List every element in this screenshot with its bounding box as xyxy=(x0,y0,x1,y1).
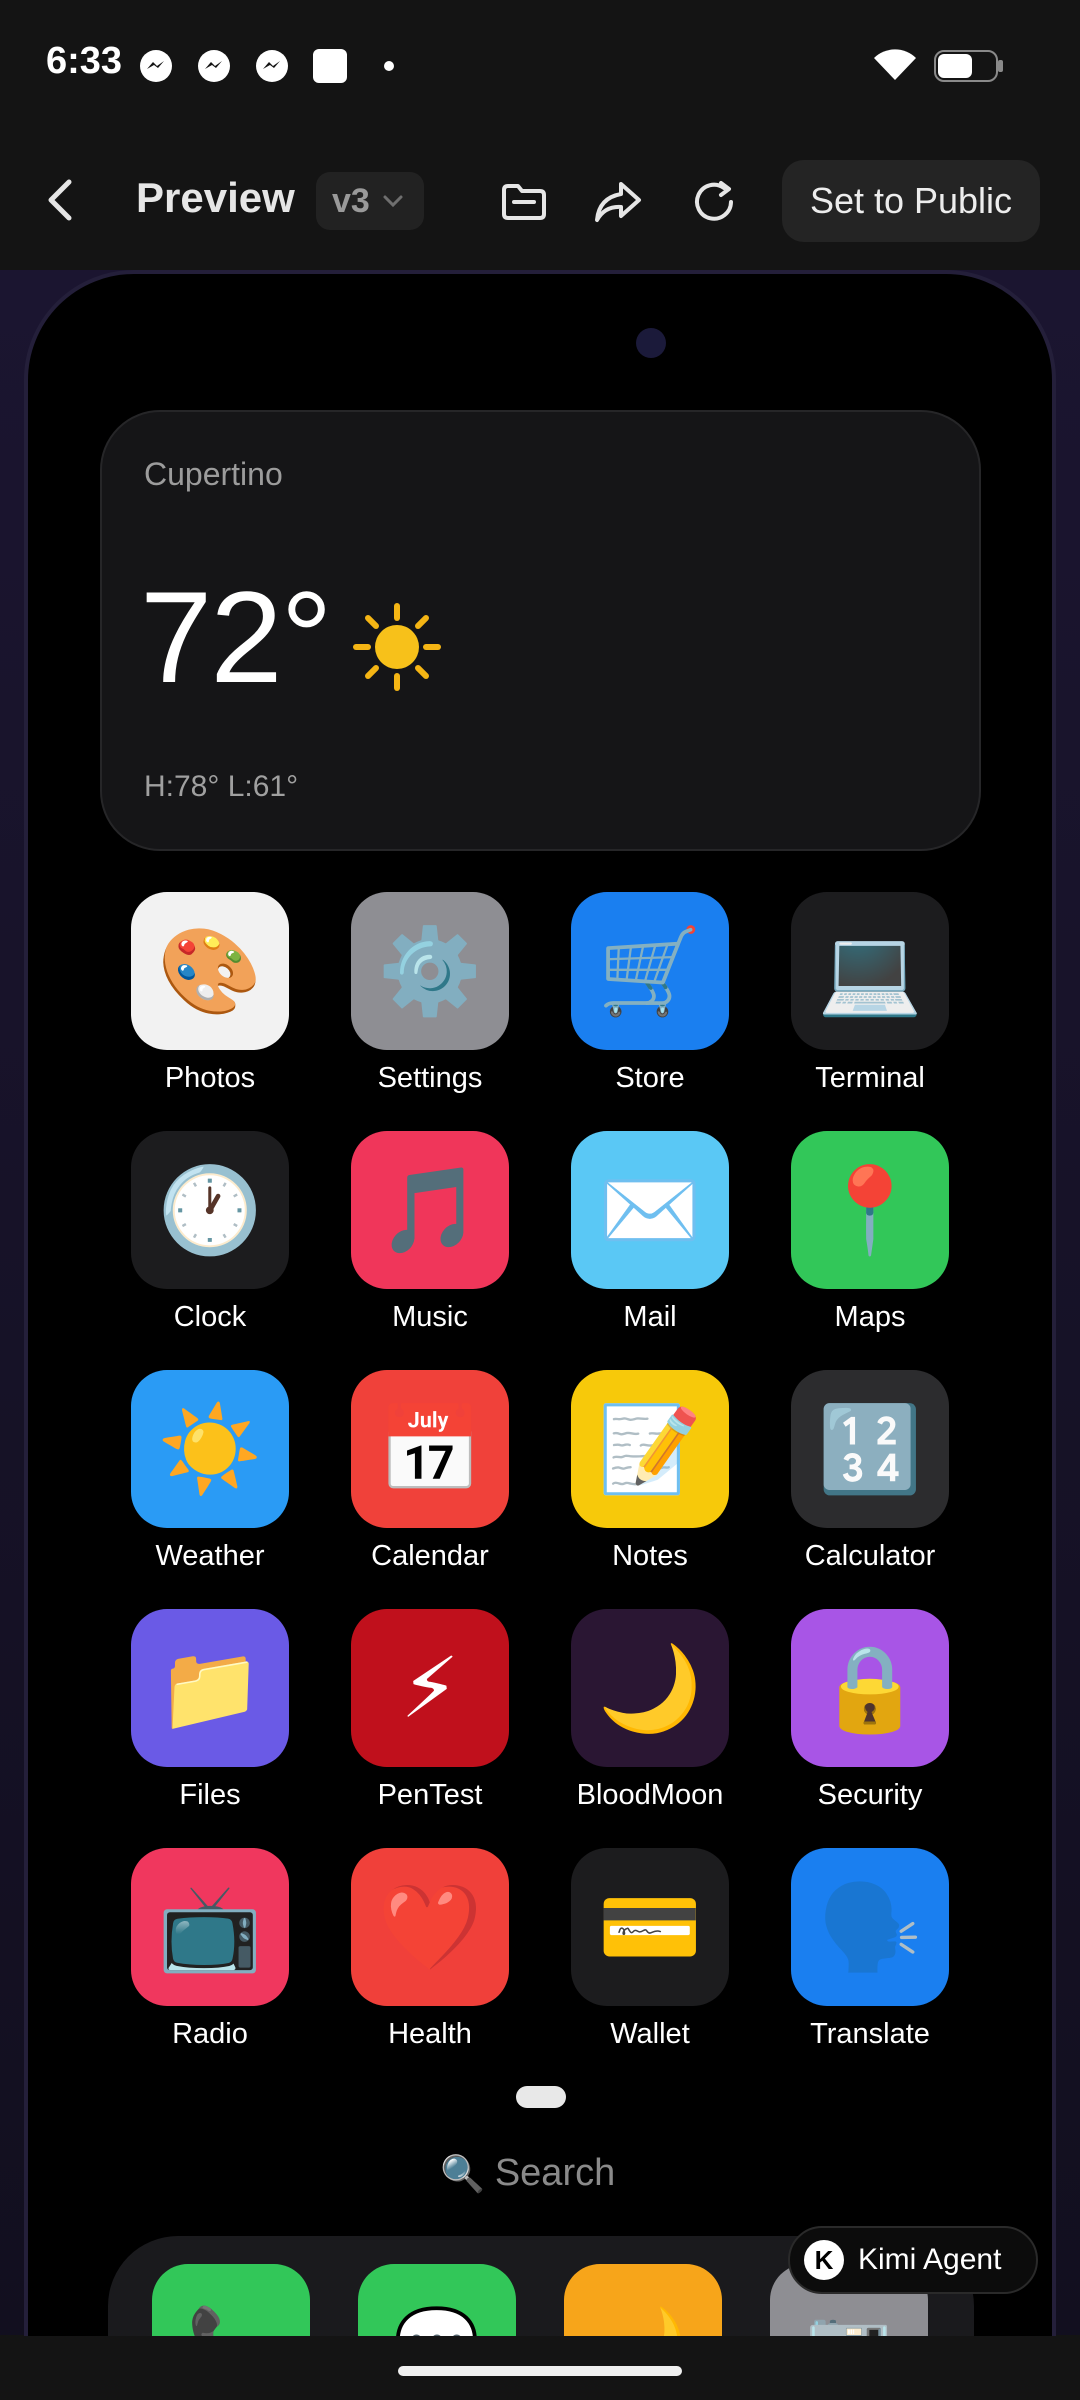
app-label: Maps xyxy=(834,1301,906,1333)
memo-icon: 📝 xyxy=(571,1370,729,1528)
square-app-icon xyxy=(313,49,347,83)
back-button[interactable] xyxy=(30,168,90,232)
app-health[interactable]: ❤️ Health xyxy=(350,1848,510,2051)
app-label: Photos xyxy=(164,1062,256,1094)
page-title: Preview xyxy=(136,174,295,221)
messenger-icon xyxy=(140,50,172,82)
status-time: 6:33 xyxy=(46,40,123,82)
app-bloodmoon[interactable]: 🌙 BloodMoon xyxy=(570,1609,730,1812)
chevron-down-icon xyxy=(383,195,403,208)
sun-icon: ☀️ xyxy=(131,1370,289,1528)
app-calculator[interactable]: 🔢 Calculator xyxy=(790,1370,950,1573)
app-settings[interactable]: ⚙️ Settings xyxy=(350,892,510,1095)
laptop-icon: 💻 xyxy=(791,892,949,1050)
battery-icon xyxy=(934,50,1003,82)
weather-temperature: 72° xyxy=(140,564,333,710)
lightning-icon: ⚡ xyxy=(351,1609,509,1767)
app-store[interactable]: 🛒 Store xyxy=(570,892,730,1095)
app-label: Terminal xyxy=(815,1062,925,1094)
cart-icon: 🛒 xyxy=(571,892,729,1050)
sun-icon xyxy=(353,603,441,691)
weather-high-low: H:78° L:61° xyxy=(144,770,299,803)
kimi-agent-label: Kimi Agent xyxy=(858,2243,1002,2276)
app-maps[interactable]: 📍 Maps xyxy=(790,1131,950,1334)
messenger-icon xyxy=(256,50,288,82)
app-files[interactable]: 📁 Files xyxy=(130,1609,290,1812)
version-dropdown[interactable]: v3 xyxy=(316,172,424,230)
folder-icon xyxy=(502,184,546,220)
gear-icon: ⚙️ xyxy=(351,892,509,1050)
app-label: Store xyxy=(615,1062,685,1094)
share-icon xyxy=(595,182,641,222)
app-photos[interactable]: 🎨 Photos xyxy=(130,892,290,1095)
screen: 6:33 Preview v3 Set to Public Cupertino … xyxy=(0,0,1080,2400)
numbers-icon: 🔢 xyxy=(791,1370,949,1528)
messenger-icon xyxy=(198,50,230,82)
speaking-head-icon: 🗣️ xyxy=(791,1848,949,2006)
app-label: Health xyxy=(388,2018,472,2050)
app-terminal[interactable]: 💻 Terminal xyxy=(790,892,950,1095)
app-label: Notes xyxy=(612,1540,688,1572)
app-label: Security xyxy=(817,1779,923,1811)
pin-icon: 📍 xyxy=(791,1131,949,1289)
app-label: Mail xyxy=(623,1301,677,1333)
weather-widget[interactable]: Cupertino 72° H:78° L:61° xyxy=(100,410,981,851)
app-label: Clock xyxy=(173,1301,247,1333)
chevron-left-icon xyxy=(48,179,72,221)
music-note-icon: 🎵 xyxy=(351,1131,509,1289)
version-label: v3 xyxy=(332,181,370,220)
credit-card-icon: 💳 xyxy=(571,1848,729,2006)
tv-icon: 📺 xyxy=(131,1848,289,2006)
lock-icon: 🔒 xyxy=(791,1609,949,1767)
app-label: BloodMoon xyxy=(576,1779,724,1811)
app-clock[interactable]: 🕐 Clock xyxy=(130,1131,290,1334)
refresh-icon xyxy=(695,181,733,221)
weather-city: Cupertino xyxy=(144,456,283,492)
search-label: Search xyxy=(494,2152,616,2194)
app-wallet[interactable]: 💳 Wallet xyxy=(570,1848,730,2051)
app-mail[interactable]: ✉️ Mail xyxy=(570,1131,730,1334)
app-security[interactable]: 🔒 Security xyxy=(790,1609,950,1812)
palette-icon: 🎨 xyxy=(131,892,289,1050)
app-label: Calendar xyxy=(371,1540,489,1572)
dot-icon xyxy=(384,61,394,71)
calendar-icon: 📅 xyxy=(351,1370,509,1528)
app-label: Wallet xyxy=(610,2018,690,2050)
set-to-public-button[interactable]: Set to Public xyxy=(782,160,1040,242)
folder-button[interactable] xyxy=(492,170,556,234)
heart-icon: ❤️ xyxy=(351,1848,509,2006)
app-calendar[interactable]: 📅 Calendar xyxy=(350,1370,510,1573)
app-label: Calculator xyxy=(804,1540,936,1572)
magnifier-icon: 🔍 xyxy=(440,2153,485,2195)
wifi-icon xyxy=(874,49,916,80)
app-label: Files xyxy=(179,1779,241,1811)
app-pentest[interactable]: ⚡ PenTest xyxy=(350,1609,510,1812)
app-weather[interactable]: ☀️ Weather xyxy=(130,1370,290,1573)
moon-icon: 🌙 xyxy=(571,1609,729,1767)
envelope-icon: ✉️ xyxy=(571,1131,729,1289)
refresh-button[interactable] xyxy=(682,170,746,234)
status-bar: 6:33 xyxy=(0,0,1080,130)
app-header: Preview v3 Set to Public xyxy=(0,130,1080,270)
kimi-agent-button[interactable]: K Kimi Agent xyxy=(788,2226,1038,2294)
page-indicator[interactable] xyxy=(516,2086,566,2108)
app-music[interactable]: 🎵 Music xyxy=(350,1131,510,1334)
app-label: Settings xyxy=(377,1062,483,1094)
folder-icon: 📁 xyxy=(131,1609,289,1767)
app-label: Radio xyxy=(172,2018,248,2050)
app-label: Weather xyxy=(155,1540,265,1572)
app-translate[interactable]: 🗣️ Translate xyxy=(790,1848,950,2051)
share-button[interactable] xyxy=(586,170,650,234)
app-notes[interactable]: 📝 Notes xyxy=(570,1370,730,1573)
home-handle[interactable] xyxy=(398,2366,682,2376)
camera-icon xyxy=(636,328,666,358)
kimi-logo-icon: K xyxy=(804,2240,844,2280)
app-label: PenTest xyxy=(377,1779,483,1811)
navigation-bar xyxy=(0,2336,1080,2400)
search-button[interactable]: 🔍 Search xyxy=(440,2152,615,2195)
app-label: Music xyxy=(392,1301,468,1333)
app-label: Translate xyxy=(810,2018,930,2050)
app-radio[interactable]: 📺 Radio xyxy=(130,1848,290,2051)
clock-icon: 🕐 xyxy=(131,1131,289,1289)
